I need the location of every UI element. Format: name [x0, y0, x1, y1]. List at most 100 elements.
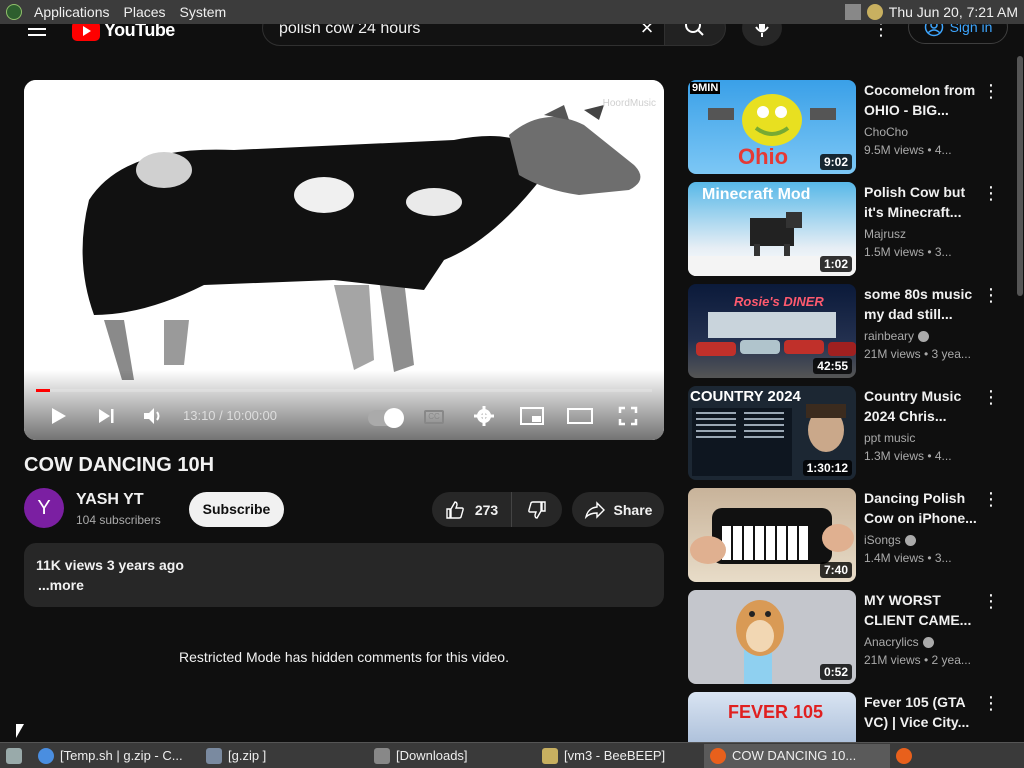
- miniplayer-icon: [520, 407, 544, 425]
- recommendation-meta: 9.5M views • 4...: [864, 143, 952, 157]
- autoplay-toggle[interactable]: [368, 408, 404, 428]
- settings-button[interactable]: [470, 402, 498, 430]
- recommendation-item[interactable]: COUNTRY 2024 1:30:12 Country Music 2024 …: [688, 386, 1008, 480]
- more-options-icon[interactable]: ⋮: [982, 694, 1000, 714]
- recommendation-channel[interactable]: iSongs: [864, 533, 916, 547]
- recommendation-title[interactable]: Country Music 2024 Chris...: [864, 386, 980, 426]
- system-logo-icon[interactable]: [6, 4, 22, 20]
- taskbar-item[interactable]: [vm3 - BeeBEEP]: [536, 744, 704, 768]
- autoplay-knob: [384, 408, 404, 428]
- subscribe-button[interactable]: Subscribe: [189, 492, 284, 527]
- recommendation-title[interactable]: Cocomelon from OHIO - BIG...: [864, 80, 980, 120]
- recommendation-channel[interactable]: Anacrylics: [864, 635, 934, 649]
- recommendation-meta: 1.5M views • 3...: [864, 245, 952, 259]
- channel-name-text: rainbeary: [864, 329, 915, 343]
- miniplayer-button[interactable]: [518, 402, 546, 430]
- video-thumbnail[interactable]: 7:40: [688, 488, 856, 582]
- video-duration: 9:02: [819, 154, 852, 170]
- taskbar-item[interactable]: [g.zip ]: [200, 744, 368, 768]
- subtitles-icon[interactable]: CC: [424, 410, 444, 424]
- recommendation-title[interactable]: Dancing Polish Cow on iPhone...: [864, 488, 980, 528]
- scrollbar-thumb[interactable]: [1017, 56, 1023, 296]
- dislike-button[interactable]: [512, 492, 562, 527]
- taskbar-label: [Downloads]: [396, 748, 468, 763]
- channel-name-text: iSongs: [864, 533, 901, 547]
- archive-icon: [206, 747, 222, 764]
- progress-bar[interactable]: [36, 389, 652, 392]
- recommendation-title[interactable]: Fever 105 (GTA VC) | Vice City...: [864, 692, 980, 732]
- menu-system[interactable]: System: [178, 4, 229, 20]
- video-thumbnail[interactable]: FEVER 105: [688, 692, 856, 742]
- recommendation-channel[interactable]: ChoCho: [864, 125, 908, 139]
- recommendation-title[interactable]: Polish Cow but it's Minecraft...: [864, 182, 980, 222]
- video-duration: 42:55: [813, 358, 852, 374]
- theater-mode-button[interactable]: [566, 402, 594, 430]
- video-thumbnail[interactable]: Minecraft Mod 1:02: [688, 182, 856, 276]
- like-count: 273: [474, 501, 499, 518]
- taskbar-item-active[interactable]: COW DANCING 10...: [704, 743, 890, 768]
- more-options-icon[interactable]: ⋮: [982, 184, 1000, 204]
- recommendation-channel[interactable]: rainbeary: [864, 329, 930, 343]
- page-scrollbar[interactable]: [1016, 46, 1024, 742]
- recommendation-channel[interactable]: ppt music: [864, 431, 915, 445]
- recommendation-meta: 21M views • 2 yea...: [864, 653, 971, 667]
- gear-icon: [474, 406, 494, 426]
- description-box[interactable]: 11K views 3 years ago ...more: [24, 543, 664, 607]
- taskbar-item[interactable]: [Temp.sh | g.zip - C...: [32, 744, 200, 768]
- progress-fill: [36, 389, 50, 392]
- recommendation-item[interactable]: FEVER 105 Fever 105 (GTA VC) | Vice City…: [688, 692, 1008, 742]
- channel-name[interactable]: YASH YT: [76, 491, 144, 509]
- thumbs-down-icon: [528, 500, 546, 519]
- recommendation-meta: 1.3M views • 4...: [864, 449, 952, 463]
- menu-icon[interactable]: [28, 22, 46, 36]
- volume-icon: [144, 408, 160, 424]
- channel-avatar[interactable]: Y: [24, 488, 64, 528]
- taskbar-label: [vm3 - BeeBEEP]: [564, 748, 666, 763]
- recommendation-item[interactable]: 9MIN Ohio 9:02 Cocomelon from OHIO - BIG…: [688, 80, 1008, 174]
- recommendation-item[interactable]: Rosie's DINER 42:55 some 80s music my da…: [688, 284, 1008, 378]
- channel-name-text: ChoCho: [864, 125, 909, 139]
- menu-applications[interactable]: Applications: [32, 4, 112, 20]
- video-player[interactable]: HoordMusic 13:10 / 10:00:00 CC: [24, 80, 664, 440]
- taskbar-label: [Temp.sh | g.zip - C...: [60, 748, 183, 763]
- share-button[interactable]: Share: [572, 492, 664, 527]
- mouse-cursor: [16, 724, 24, 738]
- more-options-icon[interactable]: ⋮: [982, 82, 1000, 102]
- restricted-mode-notice: Restricted Mode has hidden comments for …: [179, 649, 509, 665]
- more-options-icon[interactable]: ⋮: [982, 388, 1000, 408]
- taskbar-item[interactable]: [Downloads]: [368, 744, 536, 768]
- firefox-launcher[interactable]: [890, 744, 924, 768]
- taskbar-label: COW DANCING 10...: [732, 748, 857, 763]
- thumbs-up-icon: [446, 500, 464, 519]
- more-options-icon[interactable]: ⋮: [982, 286, 1000, 306]
- views-and-age: 11K views 3 years ago: [36, 557, 184, 573]
- fullscreen-button[interactable]: [614, 402, 642, 430]
- update-icon[interactable]: [866, 4, 883, 20]
- recommendation-item[interactable]: Minecraft Mod 1:02 Polish Cow but it's M…: [688, 182, 1008, 276]
- like-dislike-group: 273: [432, 492, 562, 527]
- network-icon[interactable]: [844, 4, 861, 20]
- clock[interactable]: Thu Jun 20, 7:21 AM: [889, 4, 1018, 20]
- more-options-icon[interactable]: ⋮: [982, 490, 1000, 510]
- like-button[interactable]: 273: [432, 492, 512, 527]
- play-icon: [52, 408, 66, 424]
- video-thumbnail[interactable]: Rosie's DINER 42:55: [688, 284, 856, 378]
- show-desktop-button[interactable]: [0, 744, 32, 768]
- recommendation-title[interactable]: some 80s music my dad still...: [864, 284, 980, 324]
- video-title: COW DANCING 10H: [24, 454, 215, 476]
- recommendation-channel[interactable]: Majrusz: [864, 227, 906, 241]
- play-button[interactable]: [44, 402, 72, 430]
- show-more-link[interactable]: ...more: [38, 577, 84, 593]
- recommendation-title[interactable]: MY WORST CLIENT CAME...: [864, 590, 980, 630]
- volume-button[interactable]: [139, 402, 167, 430]
- video-thumbnail[interactable]: 9MIN Ohio 9:02: [688, 80, 856, 174]
- video-thumbnail[interactable]: 0:52: [688, 590, 856, 684]
- recommendation-item[interactable]: 0:52 MY WORST CLIENT CAME... Anacrylics …: [688, 590, 1008, 684]
- more-options-icon[interactable]: ⋮: [982, 592, 1000, 612]
- next-button[interactable]: [92, 402, 120, 430]
- video-duration: 1:30:12: [802, 460, 852, 476]
- menu-places[interactable]: Places: [122, 4, 168, 20]
- video-thumbnail[interactable]: COUNTRY 2024 1:30:12: [688, 386, 856, 480]
- video-duration: 1:02: [819, 256, 852, 272]
- recommendation-item[interactable]: 7:40 Dancing Polish Cow on iPhone... iSo…: [688, 488, 1008, 582]
